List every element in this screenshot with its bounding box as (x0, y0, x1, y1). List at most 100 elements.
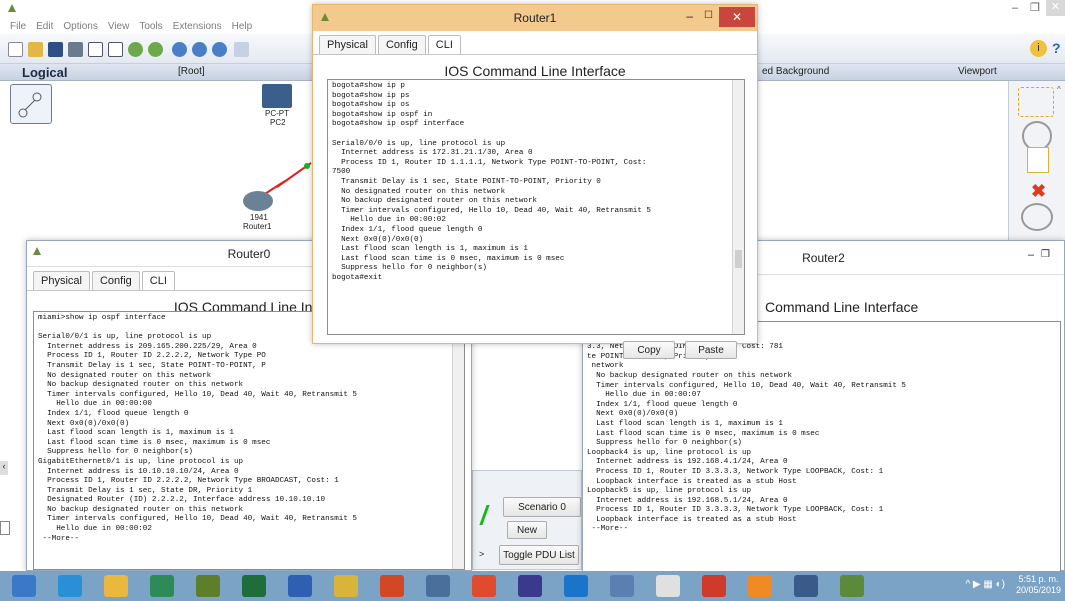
copy-button[interactable]: Copy (623, 341, 675, 359)
clock-time: 5:51 p. m. (1018, 574, 1059, 584)
system-tray-icons[interactable]: ^ ▶ ▦ ◐) (965, 579, 1005, 590)
clock[interactable]: 5:51 p. m. 20/05/2019 (1016, 574, 1061, 596)
router0-title: Router0 (227, 246, 271, 261)
powerpoint-icon (380, 575, 404, 597)
scroll-up-icon[interactable]: ^ (1057, 85, 1061, 94)
tab-cli[interactable]: CLI (427, 35, 461, 54)
tab-config[interactable]: Config (377, 35, 426, 54)
taskbar-acrobat-button[interactable] (692, 572, 736, 600)
set-background-label[interactable]: ed Background (762, 66, 829, 77)
taskbar-firefox-button[interactable] (738, 572, 782, 600)
taskbar-app15-button[interactable] (646, 572, 690, 600)
minimize-icon[interactable]: – (686, 9, 693, 23)
palette-icon[interactable] (234, 42, 249, 57)
game-icon (196, 575, 220, 597)
close-icon[interactable]: ✕ (1046, 0, 1065, 16)
new-file-icon[interactable] (8, 42, 23, 57)
root-label[interactable]: [Root] (178, 66, 205, 77)
tab-config[interactable]: Config (91, 271, 140, 290)
taskbar-excel-button[interactable] (232, 572, 276, 600)
app14-icon (610, 575, 634, 597)
cluster-icon[interactable] (10, 84, 52, 124)
taskbar-start-button[interactable] (2, 572, 46, 600)
taskbar-app14-button[interactable] (600, 572, 644, 600)
menu-options[interactable]: Options (63, 21, 97, 32)
taskbar-explorer-button[interactable] (94, 572, 138, 600)
app7-icon (334, 575, 358, 597)
select-tool-icon[interactable] (1018, 87, 1054, 117)
activity-wizard-icon[interactable] (88, 42, 103, 57)
maximize-icon[interactable]: ❐ (1041, 249, 1050, 260)
print-icon[interactable] (68, 42, 83, 57)
router1-titlebar[interactable]: Router1 – ☐ ✕ (313, 5, 757, 31)
logical-tab[interactable]: Logical (22, 65, 68, 80)
taskbar-ie-button[interactable] (48, 572, 92, 600)
expand-arrow-icon[interactable]: > (479, 549, 484, 559)
taskbar-teamviewer-button[interactable] (554, 572, 598, 600)
copy-icon[interactable] (108, 42, 123, 57)
taskbar-packet-tracer-button[interactable] (416, 572, 460, 600)
scenario-panel: Scenario 0 New Toggle PDU List > (472, 470, 582, 570)
menu-help[interactable]: Help (232, 21, 253, 32)
maximize-icon[interactable]: ❐ (1030, 1, 1044, 14)
router1-scrollbar[interactable] (732, 80, 744, 334)
start-icon (12, 575, 36, 597)
taskbar-app18-button[interactable] (784, 572, 828, 600)
delete-tool-icon[interactable]: ✖ (1031, 181, 1046, 202)
teamviewer-icon (564, 575, 588, 597)
info-icon[interactable]: i (1030, 40, 1047, 57)
taskbar-chrome-button[interactable] (462, 572, 506, 600)
taskbar-store-button[interactable] (140, 572, 184, 600)
minimize-icon[interactable]: – (1028, 249, 1034, 261)
close-icon[interactable]: ✕ (719, 7, 755, 27)
router2-cli-heading: Command Line Interface (765, 299, 919, 315)
checkbox[interactable] (0, 521, 10, 535)
router1-device-icon[interactable] (243, 191, 273, 211)
tab-physical[interactable]: Physical (33, 271, 90, 290)
router0-console-text: miami>show ip ospf interface Serial0/0/1… (38, 314, 357, 543)
new-scenario-button[interactable]: New (507, 521, 547, 539)
cluster-link-icon (18, 92, 42, 118)
help-icon[interactable]: ? (1052, 40, 1061, 56)
resize-tool-icon[interactable] (1021, 203, 1053, 231)
zoom-out-icon[interactable] (212, 42, 227, 57)
taskbar-word-button[interactable] (278, 572, 322, 600)
tab-cli[interactable]: CLI (141, 271, 175, 290)
router1-label: Router1 (243, 222, 272, 231)
scenario-select[interactable]: Scenario 0 (503, 497, 581, 517)
pc-device-icon[interactable] (262, 84, 292, 108)
minimize-icon[interactable]: – (1012, 2, 1026, 14)
redo-icon[interactable] (148, 42, 163, 57)
viewport-label[interactable]: Viewport (958, 66, 997, 77)
taskbar-app19-button[interactable] (830, 572, 874, 600)
maximize-icon[interactable]: ☐ (704, 10, 713, 21)
taskbar-game-button[interactable] (186, 572, 230, 600)
realtime-indicator-icon (479, 505, 499, 525)
router0-scrollbar[interactable] (452, 312, 464, 569)
taskbar-apps (0, 571, 874, 601)
menu-tools[interactable]: Tools (139, 21, 162, 32)
router1-tabs: Physical Config CLI (313, 31, 757, 55)
menu-file[interactable]: File (10, 21, 26, 32)
save-icon[interactable] (48, 42, 63, 57)
explorer-icon (104, 575, 128, 597)
menu-view[interactable]: View (108, 21, 130, 32)
note-tool-icon[interactable] (1027, 147, 1049, 173)
router1-console[interactable]: bogota#show ip p bogota#show ip ps bogot… (327, 79, 745, 335)
taskbar-powerpoint-button[interactable] (370, 572, 414, 600)
clock-date: 20/05/2019 (1015, 585, 1061, 595)
menu-extensions[interactable]: Extensions (173, 21, 222, 32)
zoom-in-icon[interactable] (172, 42, 187, 57)
menu-edit[interactable]: Edit (36, 21, 53, 32)
zoom-reset-icon[interactable] (192, 42, 207, 57)
open-folder-icon[interactable] (28, 42, 43, 57)
toggle-pdu-list-button[interactable]: Toggle PDU List (499, 545, 579, 565)
taskbar-app7-button[interactable] (324, 572, 368, 600)
pc-name-label: PC2 (270, 118, 286, 127)
undo-icon[interactable] (128, 42, 143, 57)
scroll-left-icon[interactable]: ‹ (0, 461, 8, 475)
paste-button[interactable]: Paste (685, 341, 737, 359)
router0-console[interactable]: miami>show ip ospf interface Serial0/0/1… (33, 311, 465, 570)
taskbar-vnc-button[interactable] (508, 572, 552, 600)
tab-physical[interactable]: Physical (319, 35, 376, 54)
